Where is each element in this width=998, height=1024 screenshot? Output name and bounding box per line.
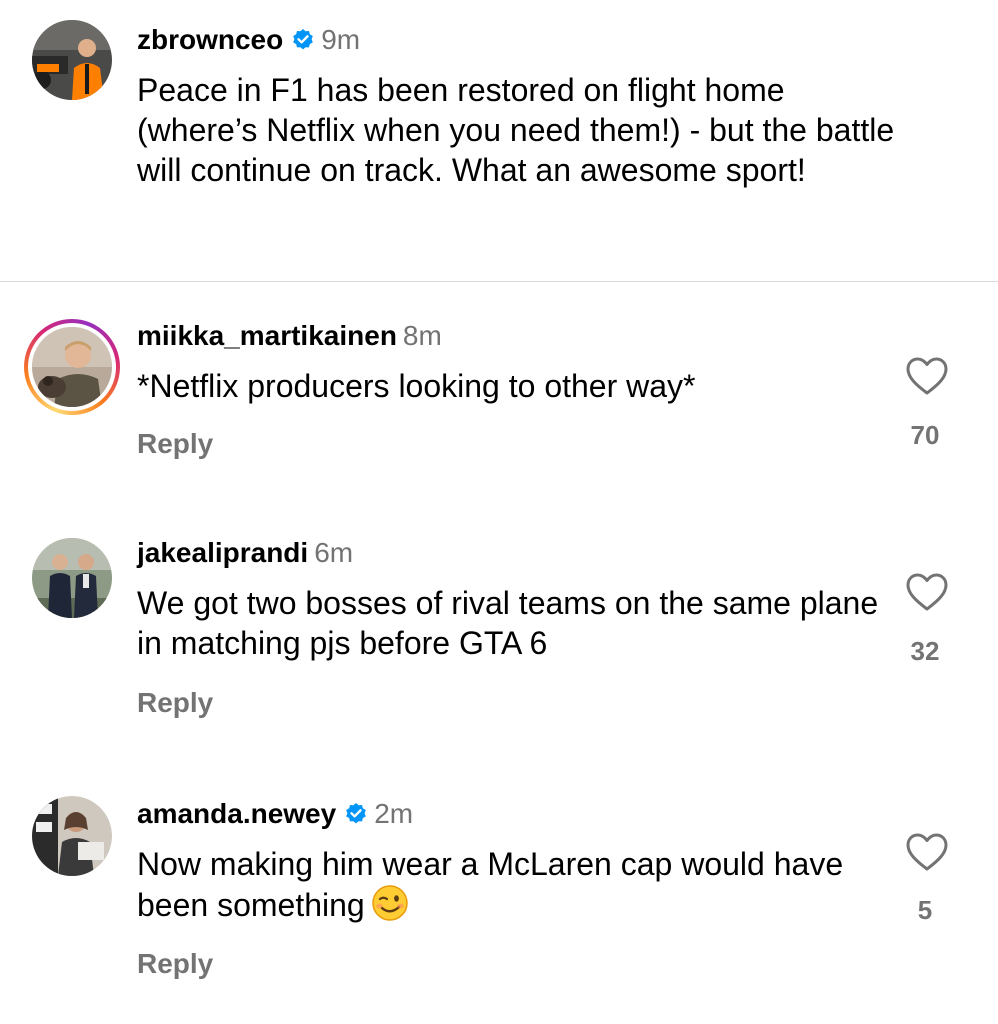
comment-username[interactable]: miikka_martikainen xyxy=(137,320,397,351)
like-count: 70 xyxy=(910,420,940,450)
reply-button[interactable]: Reply xyxy=(137,426,213,462)
caption-time: 9m xyxy=(321,24,361,55)
comment-username[interactable]: amanda.newey xyxy=(137,798,336,829)
caption-avatar[interactable] xyxy=(32,20,112,100)
heart-outline-icon[interactable] xyxy=(905,572,949,612)
winking-face-emoji xyxy=(371,884,409,931)
caption-username[interactable]: zbrownceo xyxy=(137,24,283,55)
divider xyxy=(0,281,998,282)
reply-button[interactable]: Reply xyxy=(137,946,213,982)
caption-header: zbrownceo 9m xyxy=(137,20,360,60)
comment-text: *Netflix producers looking to other way* xyxy=(137,368,696,404)
comment-username[interactable]: jakealiprandi xyxy=(137,537,308,568)
comment-header: amanda.newey 2m xyxy=(137,794,413,834)
comment-time: 6m xyxy=(314,537,354,568)
comment-text: Now making him wear a McLaren cap would … xyxy=(137,844,907,931)
heart-outline-icon[interactable] xyxy=(905,356,949,396)
comment-time: 8m xyxy=(402,320,442,351)
reply-button[interactable]: Reply xyxy=(137,685,213,721)
commenter-avatar[interactable] xyxy=(32,796,112,876)
story-ring[interactable] xyxy=(24,319,120,415)
verified-badge-icon xyxy=(291,23,315,63)
comment-text: We got two bosses of rival teams on the … xyxy=(137,585,879,661)
heart-outline-icon[interactable] xyxy=(905,832,949,872)
like-count: 32 xyxy=(910,636,940,666)
commenter-avatar[interactable] xyxy=(32,327,112,407)
comment-header: miikka_martikainen 8m xyxy=(137,316,442,356)
commenter-avatar[interactable] xyxy=(32,538,112,618)
like-count: 5 xyxy=(917,895,933,925)
caption-text: Peace in F1 has been restored on flight … xyxy=(137,72,895,188)
comment-time: 2m xyxy=(374,798,414,829)
comment-text-body: Now making him wear a McLaren cap would … xyxy=(137,846,844,923)
comment-header: jakealiprandi 6m xyxy=(137,533,353,573)
verified-badge-icon xyxy=(344,797,368,837)
